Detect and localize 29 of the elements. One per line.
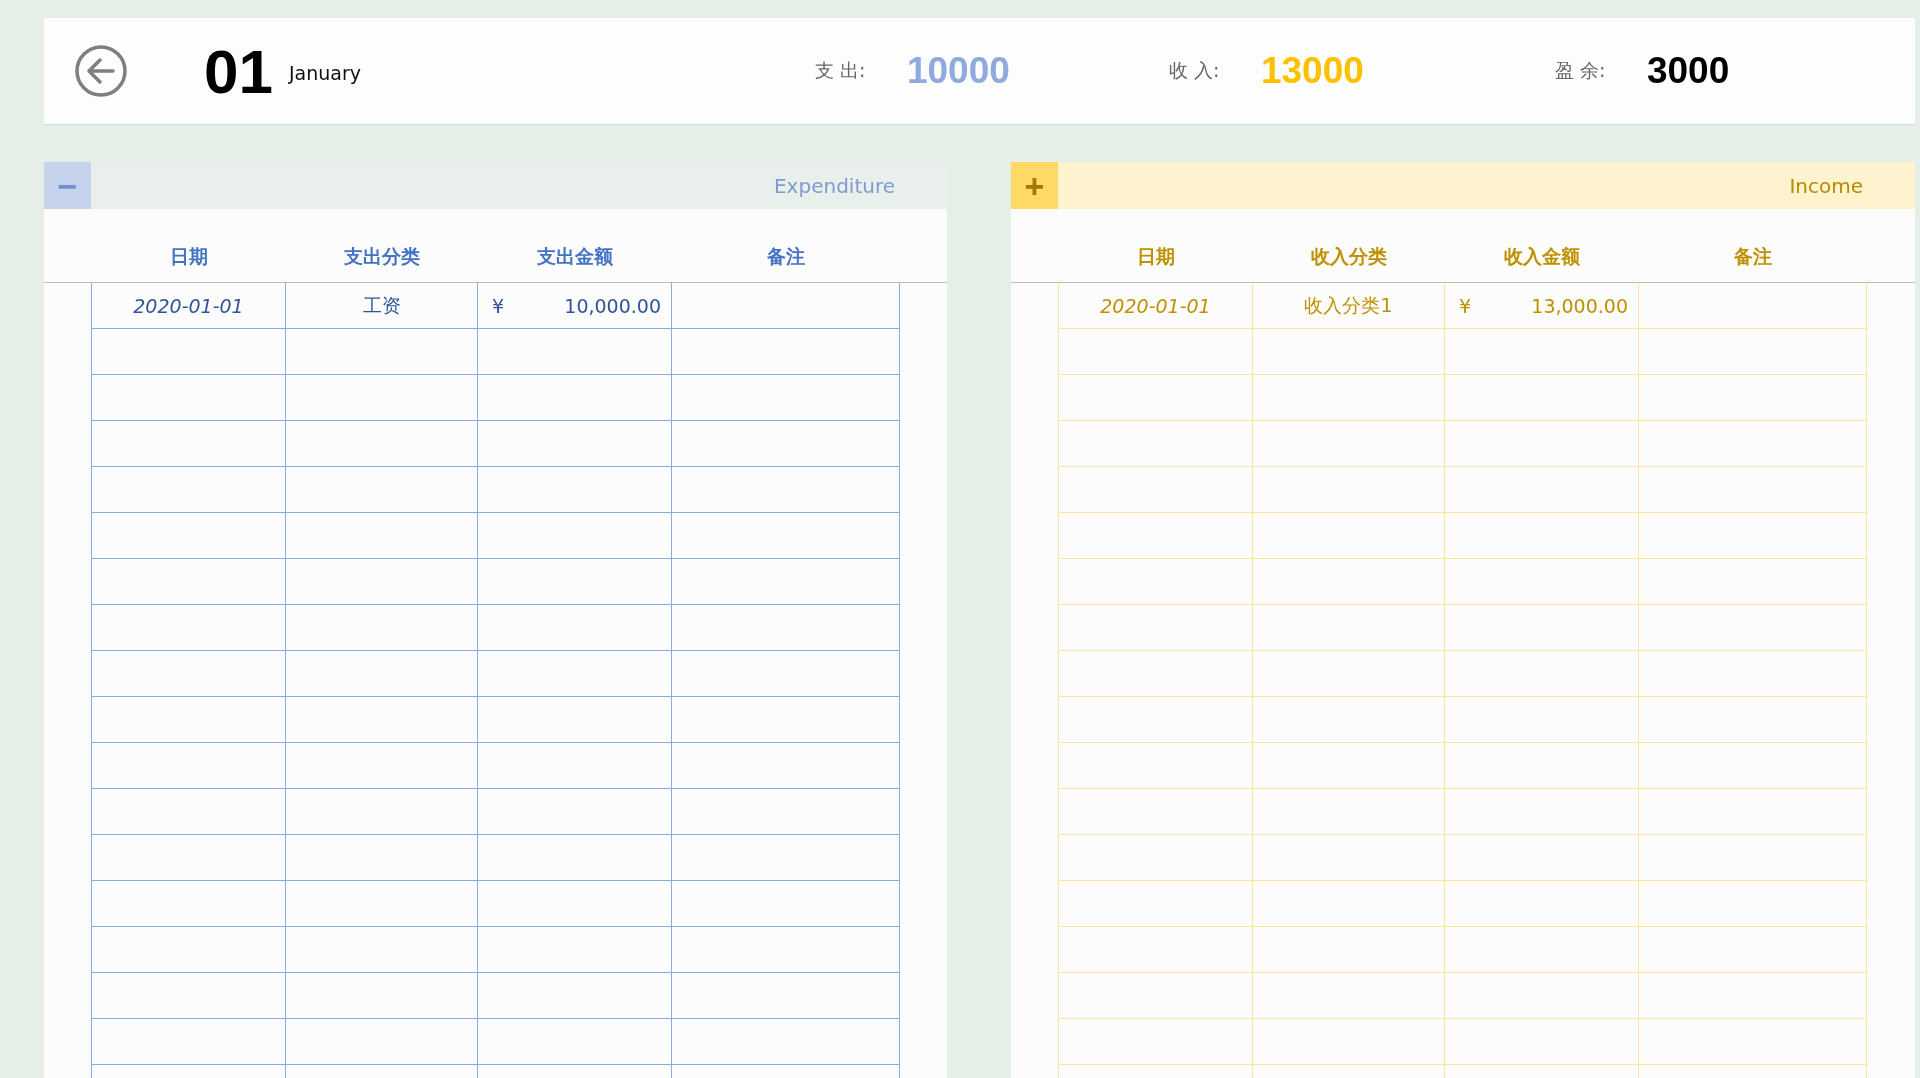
amount-text: 13,000.00 — [1531, 294, 1628, 317]
column-header: 收入分类 — [1310, 244, 1388, 269]
currency-symbol: ¥ — [1459, 294, 1472, 317]
table-cell: 收入分类1 — [1253, 283, 1445, 329]
currency-symbol: ¥ — [492, 294, 505, 317]
stat-value: 13000 — [1260, 50, 1364, 92]
day-number: 01 — [204, 35, 273, 107]
column-header: 支出分类 — [343, 244, 421, 269]
remove-button[interactable]: − — [44, 162, 91, 209]
panel-title: Expenditure — [774, 173, 895, 198]
stat-label: 支 出: — [814, 58, 867, 83]
amount-text: 10,000.00 — [564, 294, 661, 317]
month-name: January — [288, 62, 362, 84]
stat-value: 10000 — [906, 50, 1010, 92]
table-cell: 工资 — [286, 283, 478, 329]
add-button[interactable]: + — [1011, 162, 1058, 209]
stat-value: 3000 — [1646, 50, 1730, 92]
column-header: 备注 — [1733, 244, 1773, 269]
back-button[interactable] — [74, 44, 128, 98]
column-header: 支出金额 — [536, 244, 614, 269]
table-cell: 2020-01-01 — [1058, 283, 1253, 329]
column-header: 日期 — [168, 244, 209, 269]
table-cell: 2020-01-01 — [91, 283, 286, 329]
column-header: 日期 — [1135, 244, 1176, 269]
stat-label: 收 入: — [1168, 58, 1221, 83]
column-header: 收入金额 — [1503, 244, 1581, 269]
column-header: 备注 — [766, 244, 806, 269]
panel-title: Income — [1789, 173, 1863, 198]
stat-label: 盈 余: — [1554, 58, 1607, 83]
